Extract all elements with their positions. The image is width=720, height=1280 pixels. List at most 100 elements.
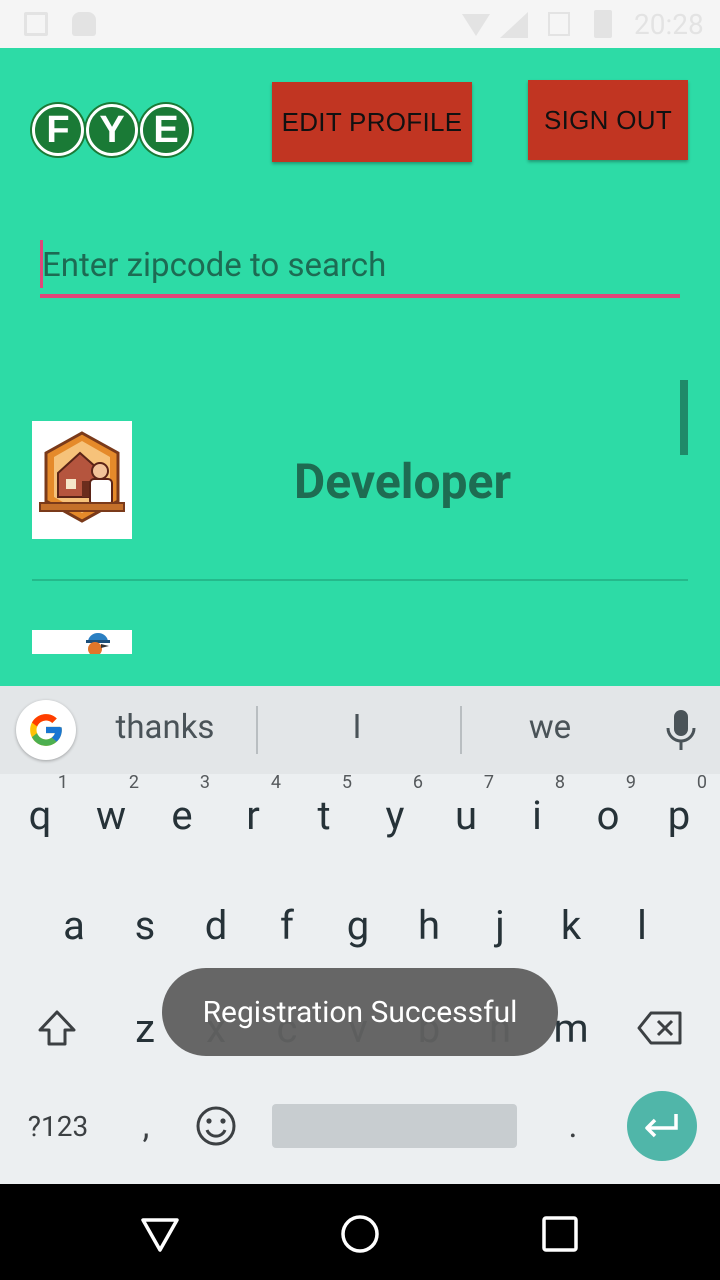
toast-message: Registration Successful (162, 968, 558, 1056)
suggestion-divider (256, 706, 258, 754)
text-cursor (40, 240, 43, 288)
suggestion-3[interactable]: we (490, 708, 610, 747)
shift-icon (38, 1010, 76, 1046)
key-u[interactable]: u7 (430, 770, 502, 860)
emoji-icon (196, 1106, 236, 1146)
comma-key[interactable]: , (110, 1081, 182, 1171)
key-label: k (560, 901, 582, 949)
key-hint: 8 (554, 772, 565, 793)
key-label: l (637, 901, 647, 949)
key-label: o (596, 791, 620, 839)
key-hint: 2 (128, 772, 139, 793)
key-label: e (171, 791, 193, 839)
edit-profile-button[interactable]: EDIT PROFILE (272, 82, 472, 162)
key-hint: 5 (341, 772, 352, 793)
key-r[interactable]: r4 (217, 770, 289, 860)
key-l[interactable]: l (606, 880, 678, 970)
key-hint: 0 (696, 772, 707, 793)
key-hint: 1 (57, 772, 68, 793)
key-o[interactable]: o9 (572, 770, 644, 860)
status-time: 20:28 (634, 8, 704, 41)
key-label: r (246, 791, 260, 839)
key-a[interactable]: a (38, 880, 110, 970)
logo-letter-f: F (32, 104, 84, 156)
back-icon[interactable] (138, 1212, 182, 1256)
backspace-key[interactable] (624, 983, 696, 1073)
key-label: m (553, 1004, 589, 1052)
suggestion-1[interactable]: thanks (100, 708, 230, 747)
worker-thumbnail (32, 630, 132, 654)
symbols-key[interactable]: ?123 (18, 1081, 98, 1171)
key-label: y (385, 791, 405, 839)
logo-letter-e: E (140, 104, 192, 156)
key-label: f (280, 901, 294, 949)
zipcode-search-input[interactable] (40, 236, 680, 294)
recents-icon[interactable] (538, 1212, 582, 1256)
key-hint: 9 (625, 772, 636, 793)
key-hint: 4 (270, 772, 281, 793)
sim-icon (548, 12, 570, 36)
key-label: s (134, 901, 156, 949)
navigation-bar (0, 1184, 720, 1280)
app-logo: F Y E (32, 104, 194, 156)
builder-house-icon (32, 421, 132, 539)
key-y[interactable]: y6 (359, 770, 431, 860)
battery-icon (594, 10, 612, 38)
key-s[interactable]: s (109, 880, 181, 970)
signal-icon (500, 12, 528, 38)
key-w[interactable]: w2 (75, 770, 147, 860)
key-j[interactable]: j (464, 880, 536, 970)
soft-keyboard: thanks I we ?123 , . q 1 w 2 e 3 r 4 t 5… (0, 686, 720, 1184)
suggestion-divider (460, 706, 462, 754)
list-item-title: Developer (294, 453, 512, 510)
key-label: g (346, 901, 370, 949)
key-q[interactable]: q1 (4, 770, 76, 860)
key-p[interactable]: p0 (643, 770, 715, 860)
list-divider (32, 579, 688, 581)
mic-icon[interactable] (662, 708, 700, 754)
gallery-icon (24, 12, 48, 36)
key-k[interactable]: k (535, 880, 607, 970)
space-key[interactable] (272, 1104, 517, 1148)
sign-out-button[interactable]: SIGN OUT (528, 80, 688, 160)
backspace-icon (637, 1011, 682, 1045)
worker-icon (32, 630, 132, 654)
suggestion-2[interactable]: I (290, 708, 424, 747)
key-f[interactable]: f (251, 880, 323, 970)
key-label: j (495, 901, 505, 949)
key-h[interactable]: h (393, 880, 465, 970)
key-label: p (667, 791, 691, 839)
wifi-icon (462, 14, 490, 36)
google-icon[interactable] (16, 700, 76, 760)
android-icon (72, 12, 96, 36)
home-icon[interactable] (338, 1212, 382, 1256)
period-key[interactable]: . (537, 1081, 609, 1171)
list-item[interactable]: Developer (32, 421, 688, 581)
key-hint: 3 (199, 772, 210, 793)
key-d[interactable]: d (180, 880, 252, 970)
key-label: h (417, 901, 441, 949)
key-label: t (317, 791, 331, 839)
key-hint: 6 (412, 772, 423, 793)
developer-thumbnail (32, 421, 132, 539)
key-label: a (63, 901, 85, 949)
key-label: i (532, 791, 542, 839)
enter-key[interactable] (627, 1091, 697, 1161)
key-i[interactable]: i8 (501, 770, 573, 860)
key-t[interactable]: t5 (288, 770, 360, 860)
list-item[interactable] (32, 630, 688, 654)
shift-key[interactable] (21, 983, 93, 1073)
emoji-key[interactable] (180, 1081, 252, 1171)
enter-icon (645, 1114, 678, 1138)
status-bar: 20:28 (0, 0, 720, 48)
key-hint: 7 (483, 772, 494, 793)
suggestion-bar: thanks I we (0, 686, 720, 774)
key-label: u (454, 791, 478, 839)
logo-letter-y: Y (86, 104, 138, 156)
key-g[interactable]: g (322, 880, 394, 970)
search-underline (40, 294, 680, 298)
key-label: q (28, 791, 52, 839)
search-field[interactable] (40, 236, 680, 298)
key-label: z (135, 1004, 155, 1052)
key-e[interactable]: e3 (146, 770, 218, 860)
